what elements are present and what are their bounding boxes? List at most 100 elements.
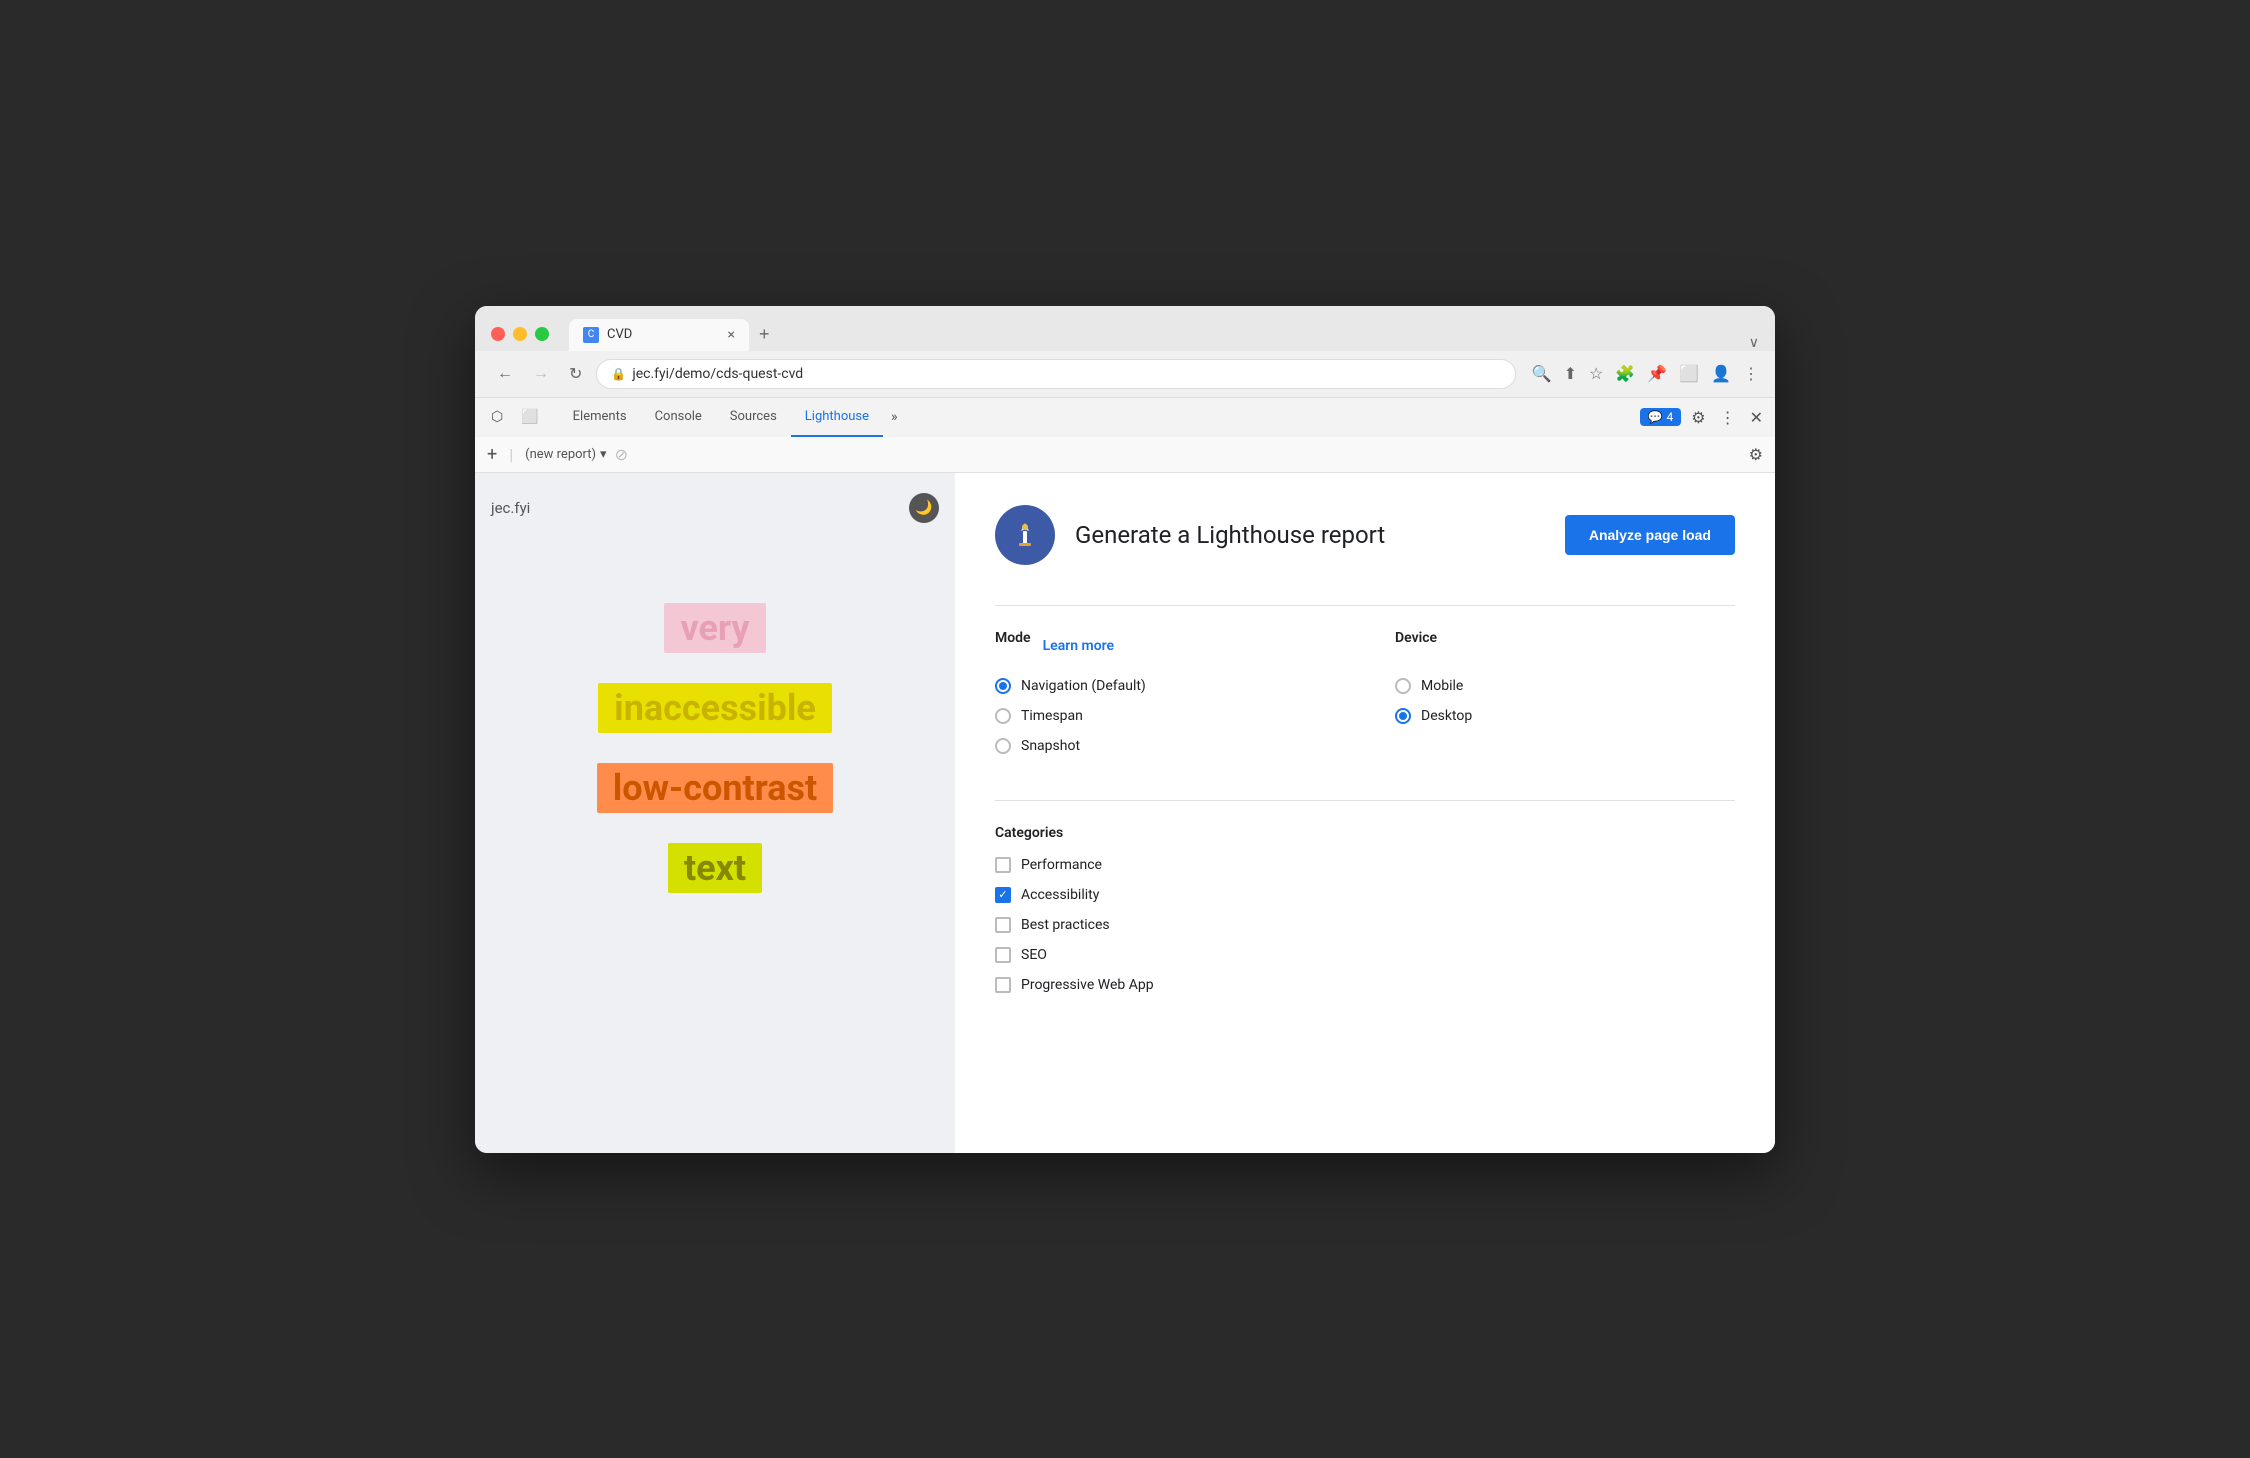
categories-label: Categories	[995, 825, 1735, 841]
category-pwa-checkbox[interactable]	[995, 977, 1011, 993]
toolbar-report-selector[interactable]: (new report) ▾	[525, 447, 606, 462]
mode-snapshot-option[interactable]: Snapshot	[995, 738, 1335, 754]
mode-header: Mode Learn more	[995, 630, 1335, 662]
category-seo-checkbox[interactable]	[995, 947, 1011, 963]
tab-close-button[interactable]: ×	[728, 327, 735, 343]
close-traffic-light[interactable]	[491, 327, 505, 341]
device-mobile-label: Mobile	[1421, 678, 1463, 694]
forward-button[interactable]: →	[527, 361, 555, 387]
report-placeholder: (new report)	[525, 447, 596, 462]
devtools-settings-button[interactable]: ⚙	[1687, 404, 1709, 431]
browser-window: C CVD × + ∨ ← → ↻ 🔒 jec.fyi/demo/cds-que…	[475, 306, 1775, 1153]
search-icon[interactable]: 🔍	[1532, 364, 1552, 383]
tabs-bar: C CVD × + ∨	[569, 318, 1759, 351]
badge-icon: 💬	[1648, 410, 1663, 424]
inspect-tool-icon[interactable]: ⬡	[483, 405, 511, 429]
lighthouse-header: Generate a Lighthouse report Analyze pag…	[995, 505, 1735, 565]
address-field[interactable]: 🔒 jec.fyi/demo/cds-quest-cvd	[596, 359, 1515, 389]
toolbar-add-button[interactable]: +	[487, 444, 497, 465]
mode-snapshot-label: Snapshot	[1021, 738, 1080, 754]
website-panel: jec.fyi 🌙 very inaccessible low-contrast…	[475, 473, 955, 1153]
category-best-practices-option[interactable]: Best practices	[995, 917, 1735, 933]
title-bar: C CVD × + ∨	[475, 306, 1775, 351]
reload-button[interactable]: ↻	[563, 360, 588, 388]
devtools-close-button[interactable]: ✕	[1746, 404, 1767, 431]
theme-toggle-button[interactable]: 🌙	[909, 493, 939, 523]
device-desktop-option[interactable]: Desktop	[1395, 708, 1735, 724]
toolbar-settings-button[interactable]: ⚙	[1749, 445, 1763, 464]
category-seo-option[interactable]: SEO	[995, 947, 1735, 963]
maximize-traffic-light[interactable]	[535, 327, 549, 341]
category-performance-option[interactable]: Performance	[995, 857, 1735, 873]
category-accessibility-checkbox[interactable]: ✓	[995, 887, 1011, 903]
browser-tab[interactable]: C CVD ×	[569, 319, 749, 351]
bookmark-icon[interactable]: ☆	[1589, 364, 1603, 383]
address-bar-row: ← → ↻ 🔒 jec.fyi/demo/cds-quest-cvd 🔍 ⬆ ☆…	[475, 351, 1775, 397]
mode-timespan-radio[interactable]	[995, 708, 1011, 724]
device-desktop-radio[interactable]	[1395, 708, 1411, 724]
tab-console[interactable]: Console	[641, 398, 716, 437]
lighthouse-icon	[995, 505, 1055, 565]
splitscreen-icon[interactable]: ⬜	[1679, 364, 1699, 383]
address-icons: 🔍 ⬆ ☆ 🧩 📌 ⬜ 👤 ⋮	[1532, 364, 1759, 383]
category-pwa-label: Progressive Web App	[1021, 977, 1154, 993]
devtools-tools-icons: ⬡ ⬜	[483, 405, 547, 429]
category-accessibility-option[interactable]: ✓ Accessibility	[995, 887, 1735, 903]
traffic-lights	[491, 327, 549, 341]
devtools-header: ⬡ ⬜ Elements Console Sources Lighthouse …	[475, 397, 1775, 437]
tab-elements[interactable]: Elements	[559, 398, 641, 437]
back-button[interactable]: ←	[491, 361, 519, 387]
new-tab-button[interactable]: +	[749, 318, 780, 351]
device-group: Device Mobile Desktop	[1395, 630, 1735, 768]
devtools-toolbar: + | (new report) ▾ ⊘ ⚙	[475, 437, 1775, 473]
badge-count: 4	[1667, 410, 1674, 424]
website-logo: jec.fyi	[491, 499, 530, 517]
lock-icon: 🔒	[611, 367, 626, 381]
device-mobile-radio[interactable]	[1395, 678, 1411, 694]
devtools-more-tabs[interactable]: »	[883, 409, 906, 425]
header-divider	[995, 605, 1735, 606]
menu-icon[interactable]: ⋮	[1743, 364, 1759, 383]
learn-more-link[interactable]: Learn more	[1043, 638, 1114, 654]
devtools-badge[interactable]: 💬 4	[1640, 408, 1682, 426]
device-header: Device	[1395, 630, 1735, 662]
mode-timespan-option[interactable]: Timespan	[995, 708, 1335, 724]
mode-label: Mode	[995, 630, 1031, 646]
category-seo-label: SEO	[1021, 947, 1047, 963]
mode-navigation-radio[interactable]	[995, 678, 1011, 694]
toolbar-block-button[interactable]: ⊘	[615, 445, 628, 464]
mode-navigation-option[interactable]: Navigation (Default)	[995, 678, 1335, 694]
device-tool-icon[interactable]: ⬜	[513, 405, 546, 429]
categories-section: Categories Performance ✓ Accessibility B…	[995, 825, 1735, 993]
extensions-icon[interactable]: 🧩	[1615, 364, 1635, 383]
category-best-practices-label: Best practices	[1021, 917, 1110, 933]
website-content: very inaccessible low-contrast text	[491, 563, 939, 893]
word-very: very	[664, 603, 765, 653]
mode-navigation-label: Navigation (Default)	[1021, 678, 1146, 694]
mode-timespan-label: Timespan	[1021, 708, 1083, 724]
category-accessibility-label: Accessibility	[1021, 887, 1099, 903]
category-performance-checkbox[interactable]	[995, 857, 1011, 873]
tab-lighthouse[interactable]: Lighthouse	[791, 398, 883, 437]
mode-snapshot-radio[interactable]	[995, 738, 1011, 754]
tabs-chevron[interactable]: ∨	[1749, 335, 1759, 351]
share-icon[interactable]: ⬆	[1564, 364, 1577, 383]
url-display: jec.fyi/demo/cds-quest-cvd	[632, 366, 803, 382]
device-mobile-option[interactable]: Mobile	[1395, 678, 1735, 694]
mode-divider	[995, 800, 1735, 801]
category-pwa-option[interactable]: Progressive Web App	[995, 977, 1735, 993]
word-text: text	[668, 843, 762, 893]
tab-title: CVD	[607, 327, 632, 342]
category-best-practices-checkbox[interactable]	[995, 917, 1011, 933]
lighthouse-panel-title: Generate a Lighthouse report	[1075, 521, 1545, 549]
tab-favicon: C	[583, 327, 599, 343]
analyze-page-load-button[interactable]: Analyze page load	[1565, 515, 1735, 555]
devtools-panel: Generate a Lighthouse report Analyze pag…	[955, 473, 1775, 1153]
tab-sources[interactable]: Sources	[716, 398, 791, 437]
toolbar-separator: |	[509, 445, 513, 464]
pin-icon[interactable]: 📌	[1647, 364, 1667, 383]
profile-icon[interactable]: 👤	[1711, 364, 1731, 383]
minimize-traffic-light[interactable]	[513, 327, 527, 341]
content-area: jec.fyi 🌙 very inaccessible low-contrast…	[475, 473, 1775, 1153]
devtools-more-options-button[interactable]: ⋮	[1716, 404, 1740, 431]
